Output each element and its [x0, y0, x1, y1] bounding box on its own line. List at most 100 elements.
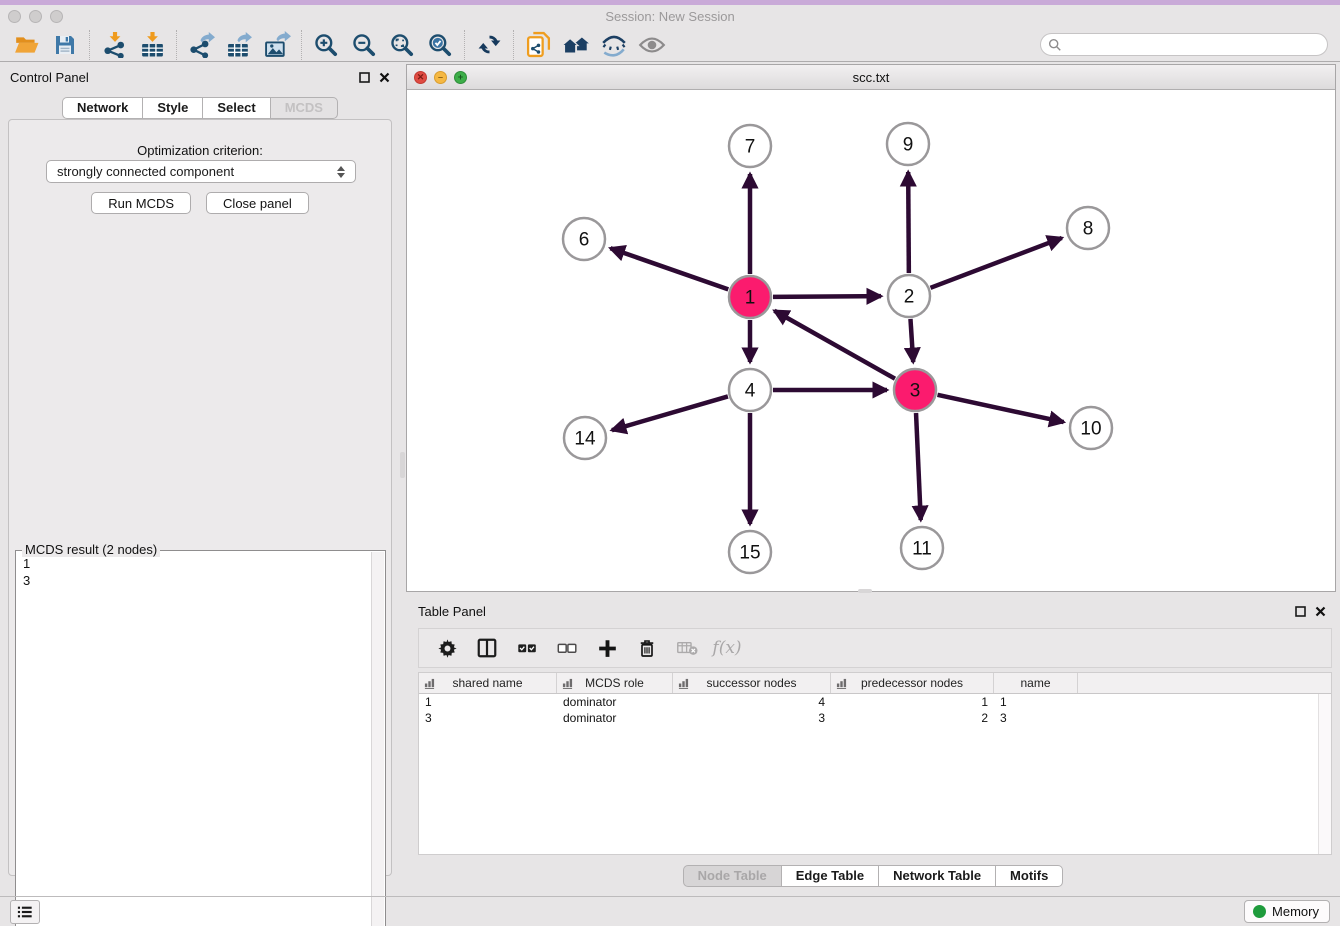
graph-node-label-1: 1: [745, 288, 756, 309]
search-input[interactable]: [1066, 35, 1327, 54]
float-panel-icon[interactable]: [359, 72, 370, 83]
table-settings-button[interactable]: [429, 632, 465, 664]
graph-edge-3-10[interactable]: [937, 395, 1063, 422]
network-canvas[interactable]: 7968124314101511: [407, 90, 1335, 591]
delete-column-button[interactable]: [629, 632, 665, 664]
mcds-result-text[interactable]: 1 3: [17, 552, 370, 926]
open-session-button[interactable]: [8, 30, 46, 60]
cell-successor-nodes[interactable]: 4: [673, 694, 831, 710]
window-title: Session: New Session: [0, 9, 1340, 24]
network-window-titlebar[interactable]: ✕ – + scc.txt: [407, 65, 1335, 90]
column-header-successor-nodes[interactable]: successor nodes: [673, 673, 831, 693]
cell-shared-name[interactable]: 1: [419, 694, 557, 710]
apply-layout-button[interactable]: [470, 30, 508, 60]
import-table-button[interactable]: [133, 30, 171, 60]
table-row[interactable]: 3 dominator 3 2 3: [419, 710, 1331, 726]
column-header-predecessor-nodes[interactable]: predecessor nodes: [831, 673, 994, 693]
delete-table-button[interactable]: [669, 632, 705, 664]
memory-button[interactable]: Memory: [1244, 900, 1330, 923]
export-image-button[interactable]: [258, 30, 296, 60]
run-mcds-button[interactable]: Run MCDS: [91, 192, 191, 214]
control-panel: Control Panel Network Style Select MCDS …: [0, 62, 400, 896]
tab-network-table[interactable]: Network Table: [878, 865, 995, 887]
task-history-button[interactable]: [10, 900, 40, 924]
result-scrollbar[interactable]: [371, 552, 384, 926]
graph-node-label-2: 2: [904, 287, 915, 308]
export-table-icon: [226, 31, 253, 58]
tab-style[interactable]: Style: [142, 97, 202, 119]
column-type-icon: [424, 678, 435, 689]
zoom-out-icon: [351, 32, 377, 58]
close-panel-button[interactable]: Close panel: [206, 192, 309, 214]
show-all-networks-button[interactable]: [557, 30, 595, 60]
tab-select[interactable]: Select: [202, 97, 269, 119]
tab-node-table[interactable]: Node Table: [683, 865, 781, 887]
clone-network-button[interactable]: [519, 30, 557, 60]
tab-network[interactable]: Network: [62, 97, 142, 119]
memory-label: Memory: [1272, 904, 1319, 919]
tab-motifs[interactable]: Motifs: [995, 865, 1063, 887]
column-header-shared-name[interactable]: shared name: [419, 673, 557, 693]
column-header-mcds-role[interactable]: MCDS role: [557, 673, 673, 693]
select-all-columns-button[interactable]: [509, 632, 545, 664]
optimization-criterion-select[interactable]: strongly connected component: [46, 160, 356, 183]
export-network-button[interactable]: [182, 30, 220, 60]
tab-mcds[interactable]: MCDS: [270, 97, 338, 119]
column-type-icon: [678, 678, 689, 689]
graph-node-label-7: 7: [745, 137, 756, 158]
node-table[interactable]: shared name MCDS role successor nodes pr…: [418, 672, 1332, 855]
hide-selected-button[interactable]: [595, 30, 633, 60]
toolbar-separator: [176, 30, 177, 60]
graph-edge-4-14[interactable]: [612, 396, 728, 430]
column-header-name[interactable]: name: [994, 673, 1078, 693]
status-bar: Memory: [0, 896, 1340, 926]
cell-name[interactable]: 1: [994, 694, 1078, 710]
close-table-panel-icon[interactable]: [1315, 606, 1326, 617]
export-table-button[interactable]: [220, 30, 258, 60]
function-builder-button[interactable]: f(x): [709, 632, 745, 664]
graph-node-label-4: 4: [745, 381, 756, 402]
show-columns-button[interactable]: [469, 632, 505, 664]
close-panel-icon[interactable]: [379, 72, 390, 83]
graph-edge-1-2[interactable]: [773, 296, 881, 297]
create-column-button[interactable]: [589, 632, 625, 664]
panel-divider-grip[interactable]: [400, 452, 405, 478]
graph-edge-1-6[interactable]: [610, 248, 728, 289]
cell-predecessor-nodes[interactable]: 2: [831, 710, 994, 726]
zoom-out-button[interactable]: [345, 30, 383, 60]
zoom-selected-button[interactable]: [421, 30, 459, 60]
show-hidden-button[interactable]: [633, 30, 671, 60]
deselect-all-columns-button[interactable]: [549, 632, 585, 664]
table-divider-grip[interactable]: [858, 589, 872, 593]
table-row[interactable]: 1 dominator 4 1 1: [419, 694, 1331, 710]
clone-network-icon: [525, 31, 552, 58]
float-table-panel-icon[interactable]: [1295, 606, 1306, 617]
cell-shared-name[interactable]: 3: [419, 710, 557, 726]
graph-edge-2-9[interactable]: [908, 172, 909, 273]
network-graph-svg[interactable]: 7968124314101511: [407, 90, 1335, 591]
table-scrollbar[interactable]: [1318, 694, 1331, 854]
mcds-result-box: MCDS result (2 nodes) 1 3: [15, 550, 386, 926]
graph-node-label-6: 6: [579, 230, 590, 251]
save-session-button[interactable]: [46, 30, 84, 60]
unchecked-boxes-icon: [556, 637, 578, 659]
cell-mcds-role[interactable]: dominator: [557, 710, 673, 726]
cell-predecessor-nodes[interactable]: 1: [831, 694, 994, 710]
tab-edge-table[interactable]: Edge Table: [781, 865, 878, 887]
toolbar-separator: [513, 30, 514, 60]
graph-edge-2-3[interactable]: [910, 319, 913, 362]
refresh-icon: [477, 32, 502, 57]
graph-edge-2-8[interactable]: [931, 238, 1062, 288]
cell-name[interactable]: 3: [994, 710, 1078, 726]
zoom-fit-button[interactable]: [383, 30, 421, 60]
zoom-in-button[interactable]: [307, 30, 345, 60]
graph-edge-3-1[interactable]: [774, 311, 895, 379]
mcds-result-line: 1: [23, 555, 364, 572]
graph-edge-3-11[interactable]: [916, 413, 921, 520]
search-box[interactable]: [1040, 33, 1328, 56]
import-network-button[interactable]: [95, 30, 133, 60]
cell-mcds-role[interactable]: dominator: [557, 694, 673, 710]
delete-table-icon: [676, 638, 699, 658]
cell-successor-nodes[interactable]: 3: [673, 710, 831, 726]
graph-node-label-15: 15: [739, 543, 760, 564]
